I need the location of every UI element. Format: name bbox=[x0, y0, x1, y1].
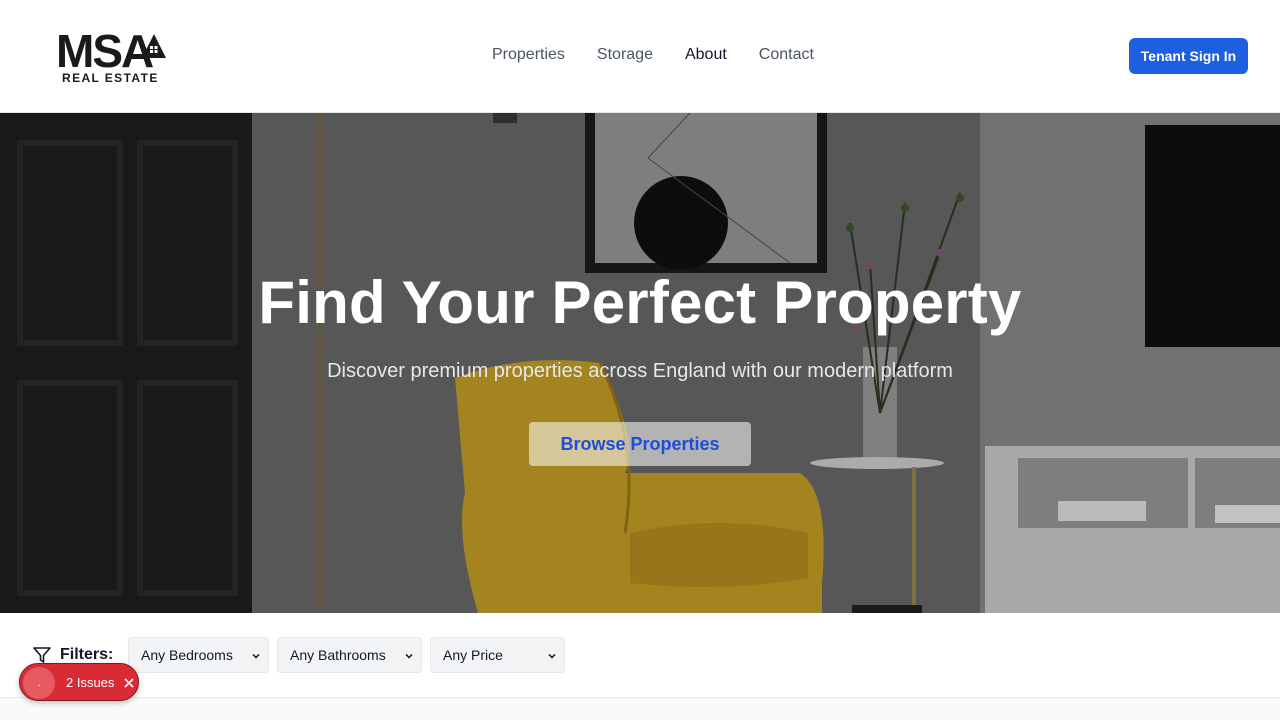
filter-icon bbox=[33, 647, 51, 663]
chevron-down-icon bbox=[252, 653, 260, 659]
price-select[interactable]: Any Price bbox=[430, 637, 565, 673]
chevron-down-icon bbox=[405, 653, 413, 659]
filter-bar: Filters: Any Bedrooms Any Bathrooms Any … bbox=[0, 613, 1280, 698]
logo-subtitle: REAL ESTATE bbox=[62, 71, 159, 85]
nav-contact[interactable]: Contact bbox=[759, 46, 814, 64]
filters-label: Filters: bbox=[60, 646, 114, 663]
house-icon bbox=[142, 34, 166, 58]
hero-subtitle: Discover premium properties across Engla… bbox=[327, 360, 953, 382]
issues-badge[interactable]: . 2 Issues bbox=[19, 663, 139, 701]
hero-title: Find Your Perfect Property bbox=[258, 269, 1022, 336]
issues-count: 2 Issues bbox=[66, 675, 115, 690]
price-select-value: Any Price bbox=[443, 647, 503, 663]
issues-indicator: . bbox=[23, 667, 55, 699]
site-header: MSA REAL ESTATE Properties Storage About… bbox=[0, 0, 1280, 113]
bathrooms-select-value: Any Bathrooms bbox=[290, 647, 386, 663]
bedrooms-select-value: Any Bedrooms bbox=[141, 647, 233, 663]
close-icon[interactable] bbox=[122, 676, 136, 690]
bathrooms-select[interactable]: Any Bathrooms bbox=[277, 637, 422, 673]
nav-about[interactable]: About bbox=[685, 46, 727, 64]
bedrooms-select[interactable]: Any Bedrooms bbox=[128, 637, 269, 673]
browse-properties-button[interactable]: Browse Properties bbox=[529, 422, 751, 466]
hero-section: Find Your Perfect Property Discover prem… bbox=[0, 113, 1280, 613]
chevron-down-icon bbox=[548, 653, 556, 659]
nav-properties[interactable]: Properties bbox=[492, 46, 565, 64]
nav-storage[interactable]: Storage bbox=[597, 46, 653, 64]
main-nav: Properties Storage About Contact bbox=[492, 46, 814, 64]
brand-logo[interactable]: MSA REAL ESTATE bbox=[56, 28, 170, 86]
tenant-sign-in-button[interactable]: Tenant Sign In bbox=[1129, 38, 1248, 74]
logo-wordmark: MSA bbox=[56, 25, 154, 77]
content-area bbox=[0, 698, 1280, 720]
filters-label-group: Filters: bbox=[32, 645, 113, 665]
